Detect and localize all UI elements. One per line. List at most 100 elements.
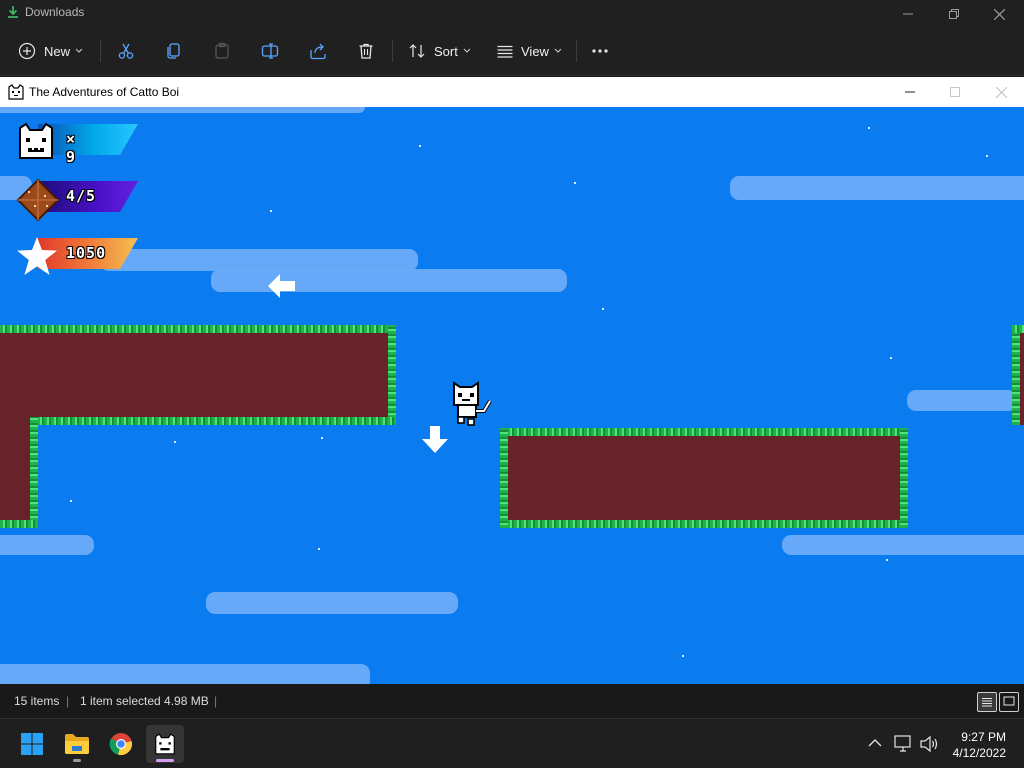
clock-date: 4/12/2022	[952, 746, 1006, 760]
star	[574, 182, 576, 184]
explorer-toolbar: New Sort View	[0, 26, 1024, 76]
maximize-icon	[950, 87, 960, 97]
star	[602, 308, 604, 310]
minimize-icon	[903, 13, 913, 15]
start-button[interactable]	[13, 725, 51, 763]
more-options-button[interactable]	[590, 38, 610, 64]
star	[321, 437, 323, 439]
star	[890, 357, 892, 359]
new-label: New	[44, 43, 71, 59]
tiles-view-icon	[1003, 696, 1015, 706]
cloud	[100, 249, 418, 271]
more-icon	[592, 49, 608, 53]
explorer-title: Downloads	[25, 5, 85, 19]
explorer-status-bar: 15 items | 1 item selected 4.98 MB |	[0, 684, 1024, 718]
item-count: 15 items	[14, 694, 60, 708]
star	[886, 559, 888, 561]
close-icon	[995, 86, 1007, 98]
cloud	[211, 269, 567, 292]
star	[70, 500, 72, 502]
system-clock[interactable]: 9:27 PM 4/12/2022	[953, 729, 1006, 761]
star	[986, 155, 988, 157]
rename-icon	[261, 43, 279, 59]
score-value: 1050	[66, 244, 107, 262]
selection-info: 1 item selected 4.98 MB	[80, 694, 209, 708]
minimize-icon	[905, 91, 915, 93]
game-title: The Adventures of Catto Boi	[29, 85, 180, 99]
copy-icon	[167, 43, 180, 59]
windows-logo-icon	[21, 733, 43, 755]
status-divider: |	[214, 694, 218, 708]
share-icon	[310, 43, 326, 60]
desktop-screen: Downloads New Sort View The Adventures o…	[0, 0, 1024, 768]
close-icon	[993, 8, 1005, 20]
toolbar-divider	[576, 40, 577, 62]
copy-button[interactable]	[165, 38, 183, 64]
details-view-button[interactable]	[977, 692, 997, 712]
cloud	[907, 390, 1017, 411]
clipboard-icon	[215, 42, 229, 59]
gem-icon	[16, 179, 60, 221]
star	[868, 127, 870, 129]
arrow-left-icon	[268, 274, 295, 298]
network-icon[interactable]	[894, 735, 914, 753]
status-divider: |	[66, 694, 70, 708]
paste-button[interactable]	[213, 38, 231, 64]
game-maximize-button[interactable]	[932, 77, 978, 107]
explorer-minimize-button[interactable]	[885, 0, 931, 28]
sort-label: Sort	[434, 43, 458, 59]
clock-time: 9:27 PM	[961, 730, 1006, 744]
star-icon	[17, 237, 57, 275]
cloud	[782, 535, 1024, 555]
list-view-icon	[497, 45, 513, 58]
cat-app-icon	[8, 84, 24, 100]
chevron-down-icon	[75, 48, 83, 53]
share-button[interactable]	[309, 38, 327, 64]
cut-button[interactable]	[117, 38, 135, 64]
explorer-close-button[interactable]	[976, 0, 1022, 28]
star	[270, 210, 272, 212]
cat-app-icon	[155, 733, 175, 755]
game-minimize-button[interactable]	[887, 77, 933, 107]
chevron-down-icon	[463, 48, 471, 53]
running-indicator	[73, 759, 81, 762]
cloud	[0, 535, 94, 555]
file-explorer-taskbar-button[interactable]	[58, 725, 96, 763]
star	[419, 145, 421, 147]
arrow-down-icon	[422, 426, 448, 453]
volume-icon[interactable]	[919, 735, 939, 753]
view-label: View	[521, 43, 549, 59]
star	[174, 441, 176, 443]
game-canvas[interactable]: × 9 4/5 1050	[0, 107, 1024, 684]
explorer-titlebar: Downloads	[0, 0, 1024, 26]
game-close-button[interactable]	[978, 77, 1024, 107]
tiles-view-button[interactable]	[999, 692, 1019, 712]
cloud	[0, 664, 370, 684]
toolbar-divider	[392, 40, 393, 62]
view-button[interactable]: View	[496, 38, 562, 64]
sort-icon	[409, 44, 425, 58]
chevron-up-icon[interactable]	[868, 738, 882, 748]
chrome-icon	[109, 733, 132, 755]
catto-boi-taskbar-button[interactable]	[146, 725, 184, 763]
folder-icon	[65, 734, 89, 754]
new-button[interactable]: New	[18, 38, 83, 64]
star	[318, 548, 320, 550]
gems-count: 4/5	[66, 187, 97, 205]
rename-button[interactable]	[261, 38, 279, 64]
chevron-down-icon	[554, 48, 562, 53]
lives-count: × 9	[66, 130, 77, 166]
download-icon	[8, 6, 18, 18]
sort-button[interactable]: Sort	[408, 38, 471, 64]
game-titlebar: The Adventures of Catto Boi	[0, 77, 1024, 107]
trash-icon	[359, 43, 373, 59]
cloud	[206, 592, 458, 614]
plus-circle-icon	[18, 42, 36, 60]
details-view-icon	[982, 698, 992, 707]
delete-button[interactable]	[357, 38, 375, 64]
toolbar-divider	[100, 40, 101, 62]
scissors-icon	[118, 43, 134, 59]
chrome-taskbar-button[interactable]	[102, 725, 140, 763]
cloud	[730, 176, 1024, 200]
explorer-restore-button[interactable]	[931, 0, 977, 28]
